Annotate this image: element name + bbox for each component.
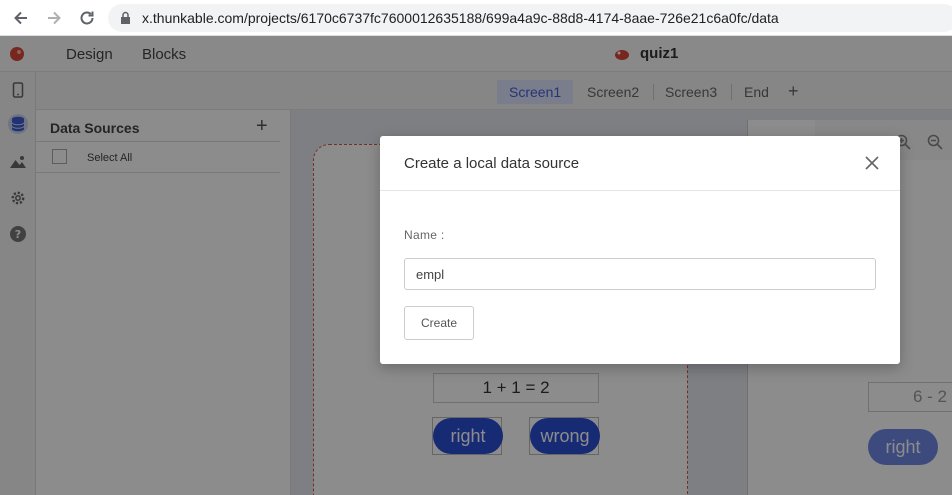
- back-button[interactable]: [10, 7, 32, 29]
- forward-button[interactable]: [43, 7, 65, 29]
- url-text: x.thunkable.com/projects/6170c6737fc7600…: [142, 10, 779, 26]
- close-icon[interactable]: [864, 155, 880, 171]
- reload-icon: [80, 11, 94, 25]
- forward-arrow-icon: [48, 11, 61, 25]
- dialog-title: Create a local data source: [404, 155, 580, 172]
- dialog-divider: [380, 190, 900, 191]
- name-input[interactable]: [404, 258, 876, 290]
- lock-icon: [121, 11, 130, 24]
- address-bar[interactable]: x.thunkable.com/projects/6170c6737fc7600…: [108, 4, 952, 32]
- back-arrow-icon: [14, 11, 27, 25]
- create-data-source-dialog: Create a local data source Name : Create: [380, 136, 900, 364]
- reload-button[interactable]: [76, 7, 98, 29]
- browser-toolbar: x.thunkable.com/projects/6170c6737fc7600…: [0, 0, 952, 36]
- name-label: Name :: [404, 228, 445, 242]
- create-button[interactable]: Create: [404, 306, 474, 340]
